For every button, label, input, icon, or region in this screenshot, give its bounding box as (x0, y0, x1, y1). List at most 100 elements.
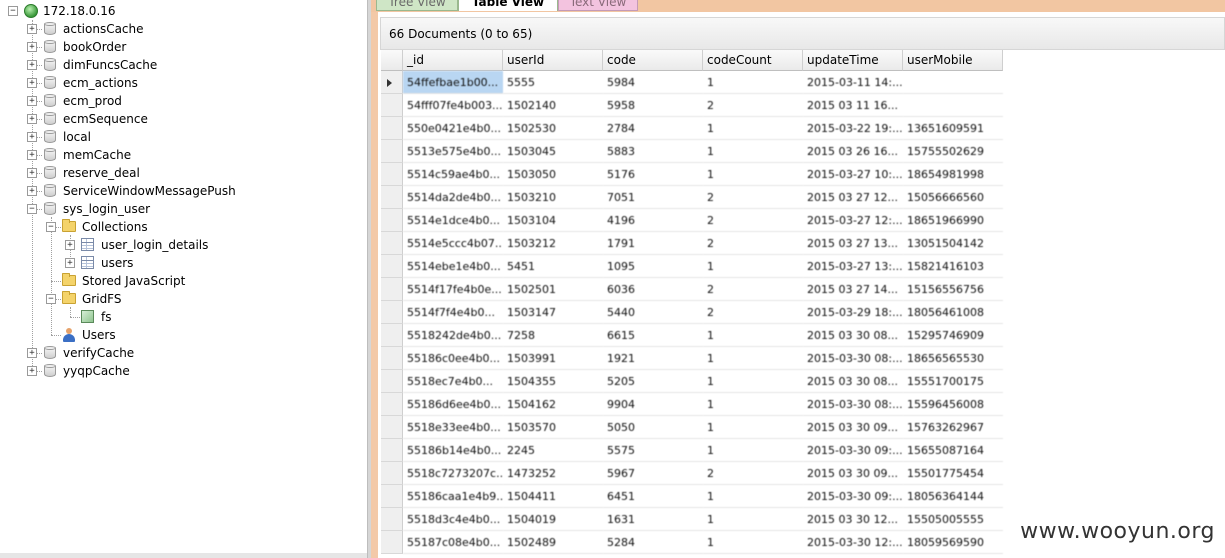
table-cell-code[interactable]: 1791 (603, 232, 703, 255)
row-selector[interactable] (381, 531, 403, 554)
row-selector[interactable] (381, 140, 403, 163)
database-node-local[interactable]: + local (27, 128, 327, 146)
database-node-memcache[interactable]: + memCache (27, 146, 327, 164)
table-cell-updatetime[interactable]: 2015-03-30 08:... (803, 347, 903, 370)
table-cell-usermobile[interactable] (903, 94, 1003, 117)
table-cell-updatetime[interactable]: 2015-03-11 14:... (803, 71, 903, 94)
table-cell-usermobile[interactable]: 15505005555 (903, 508, 1003, 531)
table-cell-id[interactable]: 5513e575e4b0... (403, 140, 503, 163)
table-cell-userid[interactable]: 1503045 (503, 140, 603, 163)
table-cell-usermobile[interactable]: 15596456008 (903, 393, 1003, 416)
row-selector[interactable] (381, 439, 403, 462)
row-selector[interactable] (381, 163, 403, 186)
table-cell-code[interactable]: 6451 (603, 485, 703, 508)
table-cell-code[interactable]: 5575 (603, 439, 703, 462)
column-header-updatetime[interactable]: updateTime (803, 50, 903, 71)
table-cell-usermobile[interactable]: 13651609591 (903, 117, 1003, 140)
table-cell-userid[interactable]: 5555 (503, 71, 603, 94)
table-cell-updatetime[interactable]: 2015 03 30 12... (803, 508, 903, 531)
table-cell-id[interactable]: 54ffefbae1b00... (403, 71, 503, 94)
table-cell-userid[interactable]: 1503212 (503, 232, 603, 255)
row-selector[interactable] (381, 255, 403, 278)
row-selector[interactable] (381, 485, 403, 508)
table-cell-codecount[interactable]: 2 (703, 94, 803, 117)
database-node-yyqpcache[interactable]: + yyqpCache (27, 362, 327, 380)
tab-table-view[interactable]: Table View (458, 0, 558, 11)
table-cell-id[interactable]: 5518e33ee4b0... (403, 416, 503, 439)
table-cell-id[interactable]: 55186c0ee4b0... (403, 347, 503, 370)
table-cell-usermobile[interactable]: 15655087164 (903, 439, 1003, 462)
table-cell-updatetime[interactable]: 2015-03-30 12:... (803, 531, 903, 554)
row-selector[interactable] (381, 71, 403, 94)
table-cell-id[interactable]: 55187c08e4b0... (403, 531, 503, 554)
table-cell-usermobile[interactable]: 18654981998 (903, 163, 1003, 186)
table-cell-updatetime[interactable]: 2015 03 30 08... (803, 324, 903, 347)
row-selector[interactable] (381, 393, 403, 416)
column-header-id[interactable]: _id (403, 50, 503, 71)
table-cell-codecount[interactable]: 1 (703, 508, 803, 531)
table-cell-userid[interactable]: 1503050 (503, 163, 603, 186)
row-selector[interactable] (381, 508, 403, 531)
table-cell-userid[interactable]: 1503210 (503, 186, 603, 209)
table-cell-updatetime[interactable]: 2015-03-27 13:... (803, 255, 903, 278)
table-cell-codecount[interactable]: 1 (703, 347, 803, 370)
expand-toggle-icon[interactable]: + (27, 132, 37, 142)
table-cell-userid[interactable]: 1503147 (503, 301, 603, 324)
table-cell-updatetime[interactable]: 2015 03 11 16... (803, 94, 903, 117)
table-cell-codecount[interactable]: 1 (703, 324, 803, 347)
table-cell-updatetime[interactable]: 2015-03-30 09:... (803, 439, 903, 462)
table-cell-code[interactable]: 1631 (603, 508, 703, 531)
table-cell-codecount[interactable]: 1 (703, 163, 803, 186)
table-cell-usermobile[interactable]: 18656565530 (903, 347, 1003, 370)
server-node[interactable]: − 172.18.0.16 (8, 2, 208, 20)
column-header-userid[interactable]: userId (503, 50, 603, 71)
table-cell-code[interactable]: 1921 (603, 347, 703, 370)
table-cell-updatetime[interactable]: 2015-03-30 09:... (803, 485, 903, 508)
table-cell-updatetime[interactable]: 2015 03 30 08... (803, 370, 903, 393)
expand-toggle-icon[interactable]: + (27, 168, 37, 178)
table-cell-id[interactable]: 5518242de4b0... (403, 324, 503, 347)
table-cell-code[interactable]: 6036 (603, 278, 703, 301)
table-cell-usermobile[interactable]: 15156556756 (903, 278, 1003, 301)
stored-javascript-folder[interactable]: Stored JavaScript (46, 272, 246, 290)
table-cell-codecount[interactable]: 1 (703, 439, 803, 462)
table-cell-usermobile[interactable]: 18059569590 (903, 531, 1003, 554)
table-cell-updatetime[interactable]: 2015-03-30 08:... (803, 393, 903, 416)
row-selector[interactable] (381, 117, 403, 140)
table-cell-id[interactable]: 5514f17fe4b0e... (403, 278, 503, 301)
collections-folder[interactable]: − Collections (46, 218, 246, 236)
table-cell-usermobile[interactable]: 18651966990 (903, 209, 1003, 232)
table-cell-userid[interactable]: 1503570 (503, 416, 603, 439)
table-cell-userid[interactable]: 1502140 (503, 94, 603, 117)
row-selector[interactable] (381, 186, 403, 209)
table-cell-usermobile[interactable] (903, 71, 1003, 94)
table-cell-userid[interactable]: 5451 (503, 255, 603, 278)
table-cell-updatetime[interactable]: 2015-03-27 10:... (803, 163, 903, 186)
table-cell-usermobile[interactable]: 15755502629 (903, 140, 1003, 163)
table-cell-updatetime[interactable]: 2015 03 26 16... (803, 140, 903, 163)
row-selector[interactable] (381, 370, 403, 393)
column-header-codecount[interactable]: codeCount (703, 50, 803, 71)
table-cell-codecount[interactable]: 1 (703, 393, 803, 416)
database-node-dimfuncscache[interactable]: + dimFuncsCache (27, 56, 327, 74)
table-cell-codecount[interactable]: 2 (703, 278, 803, 301)
expand-toggle-icon[interactable]: + (27, 24, 37, 34)
table-cell-usermobile[interactable]: 15763262967 (903, 416, 1003, 439)
row-selector[interactable] (381, 416, 403, 439)
row-selector[interactable] (381, 301, 403, 324)
table-cell-usermobile[interactable]: 15551700175 (903, 370, 1003, 393)
table-cell-usermobile[interactable]: 18056364144 (903, 485, 1003, 508)
table-cell-userid[interactable]: 1504019 (503, 508, 603, 531)
table-cell-updatetime[interactable]: 2015-03-29 18:... (803, 301, 903, 324)
table-cell-id[interactable]: 5514e1dce4b0... (403, 209, 503, 232)
table-cell-usermobile[interactable]: 15056666560 (903, 186, 1003, 209)
table-cell-code[interactable]: 9904 (603, 393, 703, 416)
collapse-toggle-icon[interactable]: − (46, 222, 56, 232)
expand-toggle-icon[interactable]: + (65, 258, 75, 268)
row-selector[interactable] (381, 324, 403, 347)
gridfs-folder[interactable]: − GridFS (46, 290, 246, 308)
table-cell-id[interactable]: 55186caa1e4b9... (403, 485, 503, 508)
table-cell-id[interactable]: 550e0421e4b0... (403, 117, 503, 140)
expand-toggle-icon[interactable]: + (27, 60, 37, 70)
table-cell-code[interactable]: 5958 (603, 94, 703, 117)
